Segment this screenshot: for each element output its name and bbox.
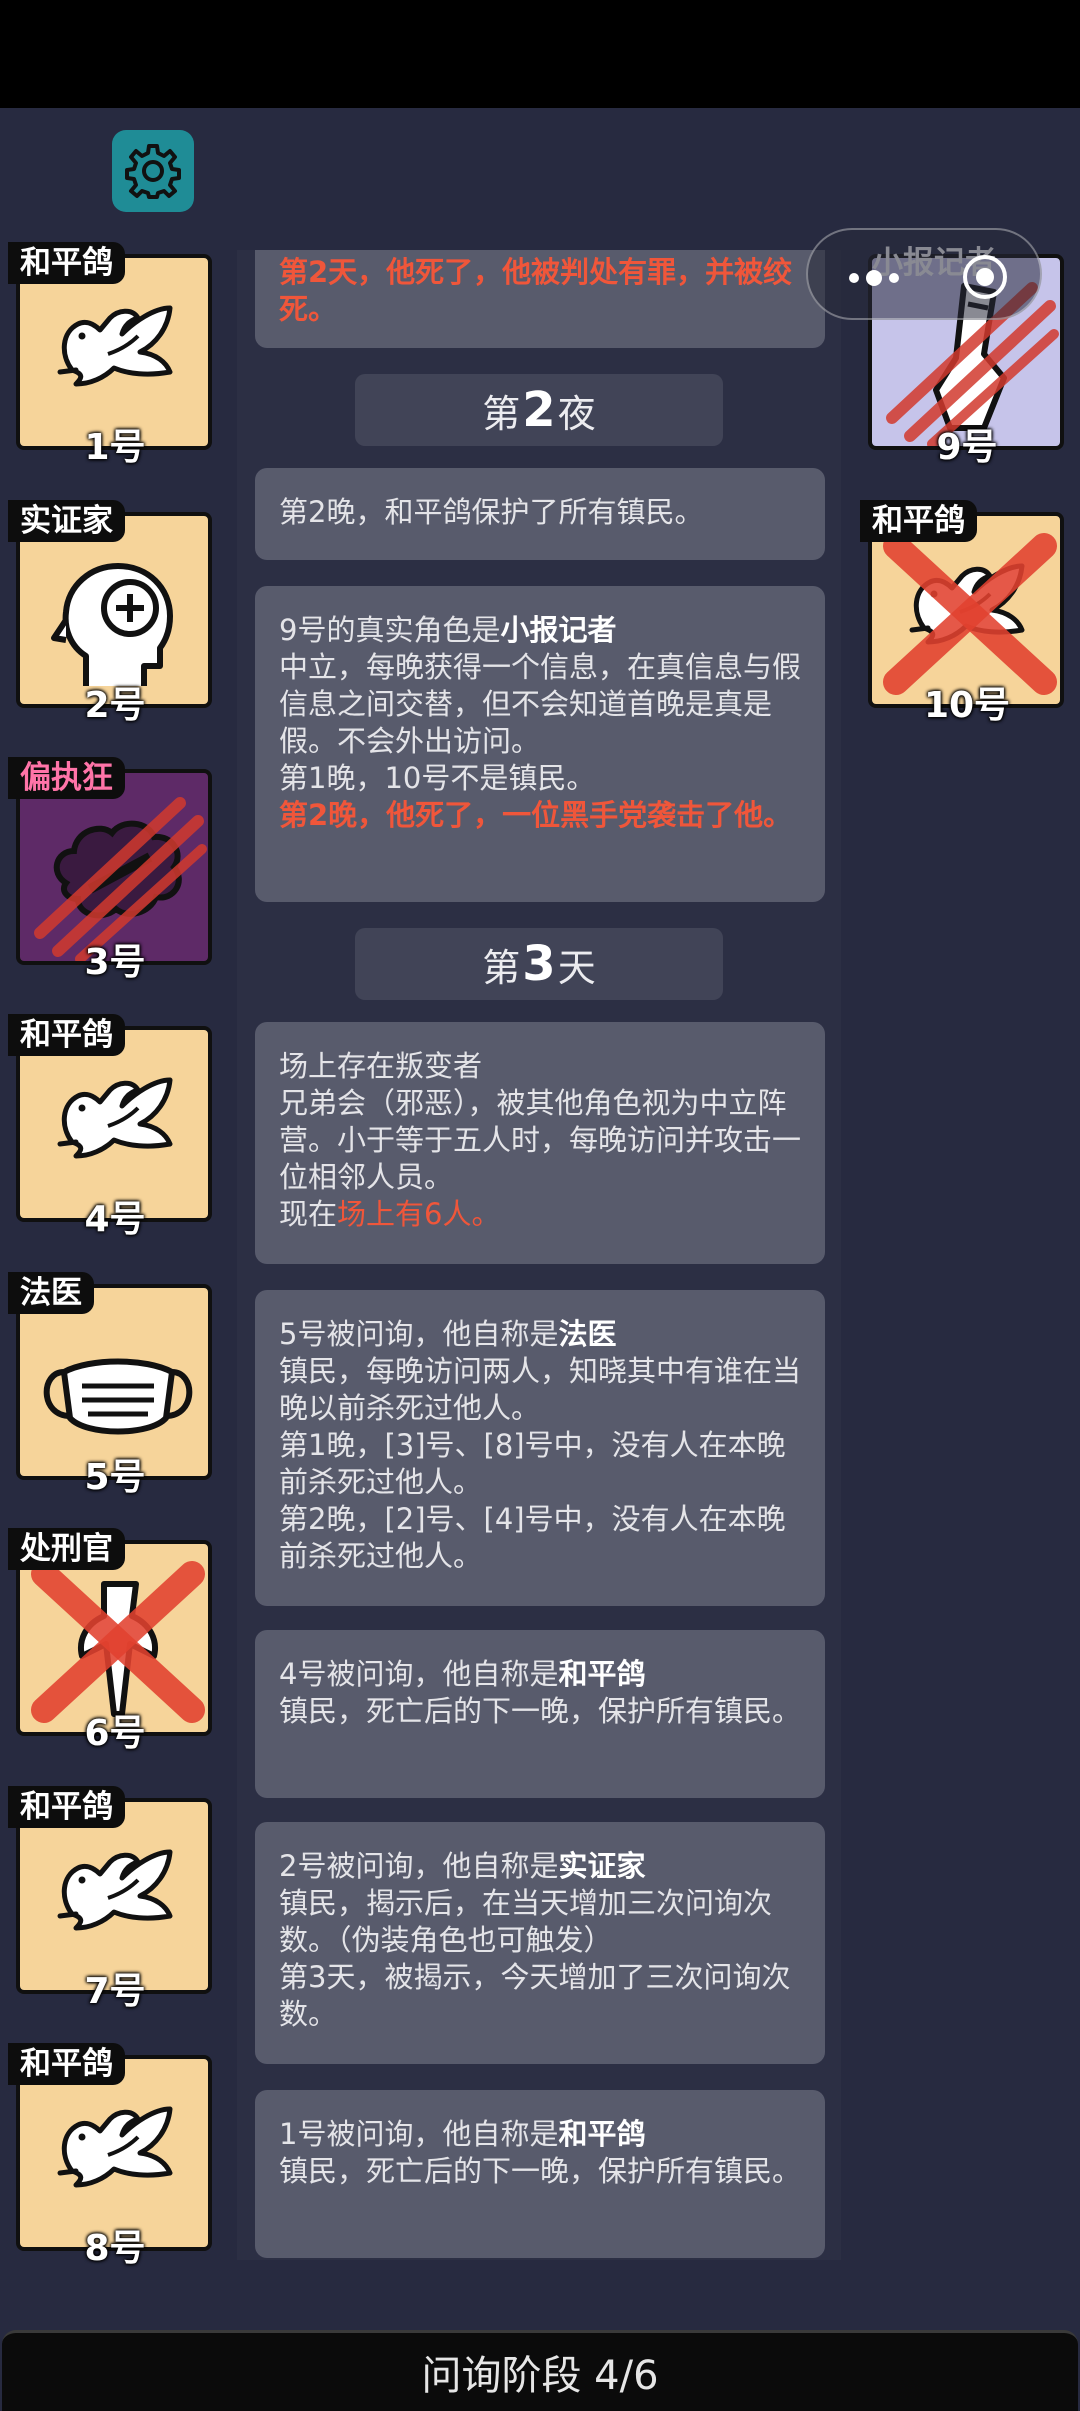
player-role: 和平鸽 [8, 1786, 125, 1828]
settings-button[interactable] [112, 130, 194, 212]
role-name: 和平鸽 [558, 1657, 646, 1691]
role-name: 和平鸽 [558, 2117, 646, 2151]
role-name: 小报记者 [500, 613, 617, 647]
section-number: 2 [522, 382, 556, 438]
section-suffix: 夜 [557, 391, 596, 436]
more-dots-icon [849, 270, 899, 286]
player-number: 6号 [84, 1713, 146, 1754]
message-line: 第3天，被揭示，今天增加了三次问询次数。 [279, 1960, 791, 2031]
close-miniprogram-button[interactable] [958, 250, 1012, 304]
medic-claim-card: 5号被问询，他自称是法医 镇民，每晚访问两人，知晓其中有谁在当晚以前杀死过他人。… [255, 1290, 825, 1606]
message-feed[interactable]: 第2天，他死了，他被判处有罪，并被绞死。 第2夜 第2晚，和平鸽保护了所有镇民。… [237, 250, 841, 2260]
message-lead: 4号被问询，他自称是 [279, 1657, 559, 1691]
section-prefix: 第 [482, 945, 521, 990]
player-role: 偏执狂 [8, 757, 125, 799]
dove-claim-card: 1号被问询，他自称是和平鸽 镇民，死亡后的下一晚，保护所有镇民。 [255, 2090, 825, 2258]
message-card: 第2晚，和平鸽保护了所有镇民。 [255, 468, 825, 560]
message-line: 第1晚，10号不是镇民。 [279, 761, 596, 795]
more-button[interactable] [838, 260, 956, 292]
player-count: 场上有6人。 [337, 1197, 501, 1231]
message-lead: 2号被问询，他自称是 [279, 1849, 559, 1883]
player-role: 处刑官 [8, 1528, 125, 1570]
gear-icon [125, 144, 181, 199]
message-text: 第2晚，和平鸽保护了所有镇民。 [279, 495, 704, 529]
phase-bar: 问询阶段 4/6 [2, 2330, 1078, 2411]
message-lead: 9号的真实角色是 [279, 613, 501, 647]
role-description: 镇民，揭示后，在当天增加三次问询次数。（伪装角色也可触发） [279, 1886, 773, 1957]
player-card-4[interactable]: 和平鸽 4号 [8, 1014, 214, 1240]
player-role: 和平鸽 [8, 2043, 125, 2085]
death-card-day2: 第2天，他死了，他被判处有罪，并被绞死。 [255, 250, 825, 348]
player-card-7[interactable]: 和平鸽 7号 [8, 1786, 214, 2012]
death-text: 第2天，他死了，他被判处有罪，并被绞死。 [279, 255, 793, 326]
message-lead: 5号被问询，他自称是 [279, 1317, 559, 1351]
player-card-3[interactable]: 偏执狂 3号 [8, 757, 214, 983]
player-number: 7号 [84, 1971, 146, 2012]
role-description: 镇民，死亡后的下一晚，保护所有镇民。 [279, 2154, 802, 2188]
player-number: 8号 [84, 2228, 146, 2269]
player-card-1[interactable]: 和平鸽 1号 [8, 242, 214, 468]
reporter-reveal-card: 9号的真实角色是小报记者 中立，每晚获得一个信息，在真信息与假信息之间交替，但不… [255, 586, 825, 902]
death-text: 第2晚，他死了，一位黑手党袭击了他。 [279, 798, 793, 832]
role-description: 兄弟会（邪恶），被其他角色视为中立阵营。小于等于五人时，每晚访问并攻击一位相邻人… [279, 1086, 802, 1194]
section-prefix: 第 [482, 391, 521, 436]
player-card-10[interactable]: 和平鸽 10号 [860, 500, 1066, 726]
player-number: 1号 [84, 427, 146, 468]
section-day-3: 第3天 [355, 928, 723, 1000]
role-description: 中立，每晚获得一个信息，在真信息与假信息之间交替，但不会知道首晚是真是假。不会外… [279, 650, 802, 758]
section-night-2: 第2夜 [355, 374, 723, 446]
role-description: 镇民，死亡后的下一晚，保护所有镇民。 [279, 1694, 802, 1728]
player-card-2[interactable]: 实证家 2号 [8, 500, 214, 726]
player-role: 和平鸽 [8, 1014, 125, 1056]
message-line: 第1晚，[3]号、[8]号中，没有人在本晚前杀死过他人。 [279, 1428, 786, 1499]
player-role: 和平鸽 [8, 242, 125, 284]
capsule-menu [806, 228, 1042, 320]
message-lead: 现在 [279, 1197, 338, 1231]
player-number: 5号 [84, 1457, 146, 1498]
player-number: 4号 [84, 1199, 146, 1240]
status-bar [0, 0, 1080, 108]
player-role: 和平鸽 [860, 500, 977, 542]
player-card-6[interactable]: 处刑官 6号 [8, 1528, 214, 1754]
phase-label: 问询阶段 4/6 [421, 2353, 659, 2399]
role-name: 法医 [558, 1317, 617, 1351]
empiricist-claim-card: 2号被问询，他自称是实证家 镇民，揭示后，在当天增加三次问询次数。（伪装角色也可… [255, 1822, 825, 2064]
player-number: 10号 [923, 685, 1011, 726]
player-role: 实证家 [8, 500, 125, 542]
traitor-card: 场上存在叛变者 兄弟会（邪恶），被其他角色视为中立阵营。小于等于五人时，每晚访问… [255, 1022, 825, 1264]
player-number: 2号 [84, 685, 146, 726]
dove-claim-card: 4号被问询，他自称是和平鸽 镇民，死亡后的下一晚，保护所有镇民。 [255, 1630, 825, 1798]
player-card-8[interactable]: 和平鸽 8号 [8, 2043, 214, 2269]
section-number: 3 [522, 936, 556, 992]
player-number: 3号 [84, 942, 146, 983]
role-name: 实证家 [558, 1849, 646, 1883]
message-title: 场上存在叛变者 [279, 1049, 483, 1083]
message-lead: 1号被问询，他自称是 [279, 2117, 559, 2151]
player-role: 法医 [8, 1272, 94, 1314]
player-number: 9号 [936, 427, 998, 468]
player-card-5[interactable]: 法医 5号 [8, 1272, 214, 1498]
role-description: 镇民，每晚访问两人，知晓其中有谁在当晚以前杀死过他人。 [279, 1354, 802, 1425]
section-suffix: 天 [557, 945, 596, 990]
target-icon [963, 255, 1007, 299]
message-line: 第2晚，[2]号、[4]号中，没有人在本晚前杀死过他人。 [279, 1502, 786, 1573]
